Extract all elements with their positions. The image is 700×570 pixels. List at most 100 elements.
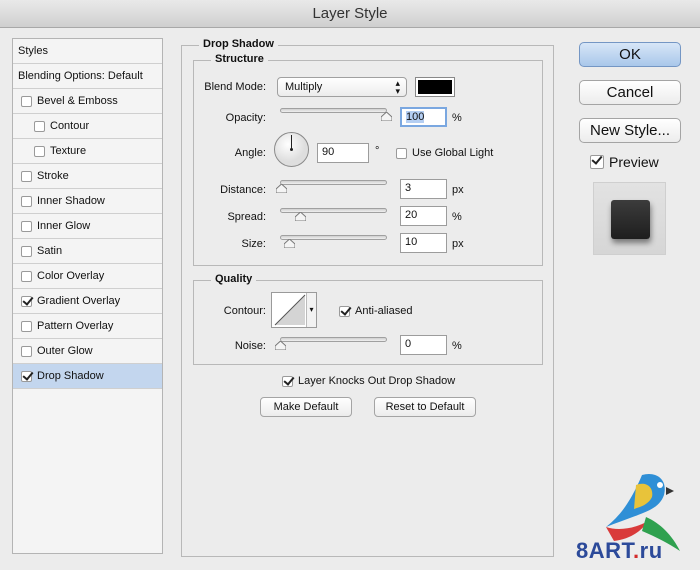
distance-input[interactable]: 3: [400, 179, 447, 199]
style-item-checkbox[interactable]: [21, 345, 32, 357]
contour-preview-icon: [274, 294, 306, 326]
style-item-checkbox[interactable]: [21, 320, 32, 332]
anti-aliased-checkbox[interactable]: Anti-aliased: [339, 305, 412, 317]
cancel-button[interactable]: Cancel: [579, 80, 681, 105]
spread-slider-thumb[interactable]: [295, 212, 306, 221]
style-item-drop-shadow[interactable]: Drop Shadow: [13, 364, 162, 389]
opacity-unit: %: [452, 112, 462, 124]
knocks-out-box[interactable]: [282, 375, 293, 387]
make-default-button[interactable]: Make Default: [260, 397, 352, 417]
size-label: Size:: [241, 238, 266, 250]
blending-options-item[interactable]: Blending Options: Default: [13, 64, 162, 89]
ok-button[interactable]: OK: [579, 42, 681, 67]
style-item-stroke[interactable]: Stroke: [13, 164, 162, 189]
blend-mode-value: Multiply: [285, 81, 323, 93]
style-item-label: Inner Glow: [37, 220, 91, 232]
quality-group: [193, 280, 543, 365]
style-item-pattern-overlay[interactable]: Pattern Overlay: [13, 314, 162, 339]
structure-title: Structure: [211, 53, 268, 65]
shadow-color-swatch[interactable]: [415, 77, 455, 97]
angle-unit: °: [375, 145, 380, 157]
spread-input[interactable]: 20: [400, 206, 447, 226]
opacity-input[interactable]: 100: [400, 107, 447, 127]
styles-list: Styles Blending Options: Default Bevel &…: [12, 38, 163, 554]
style-item-inner-glow[interactable]: Inner Glow: [13, 214, 162, 239]
preview-label: Preview: [609, 154, 659, 170]
noise-slider[interactable]: [280, 337, 387, 342]
contour-label: Contour:: [223, 305, 266, 317]
distance-slider[interactable]: [280, 180, 387, 185]
new-style-button[interactable]: New Style...: [579, 118, 681, 143]
contour-picker[interactable]: ▾: [271, 292, 317, 328]
style-item-label: Color Overlay: [37, 270, 105, 282]
use-global-light-label: Use Global Light: [412, 147, 494, 159]
style-item-contour[interactable]: Contour: [13, 114, 162, 139]
angle-label: Angle:: [234, 147, 266, 159]
style-item-gradient-overlay[interactable]: Gradient Overlay: [13, 289, 162, 314]
style-preview: [593, 182, 666, 255]
angle-dial[interactable]: [273, 131, 310, 168]
knocks-out-checkbox[interactable]: Layer Knocks Out Drop Shadow: [282, 375, 455, 387]
opacity-slider-thumb[interactable]: [381, 112, 392, 121]
style-item-label: Outer Glow: [37, 345, 93, 357]
noise-label: Noise:: [234, 340, 266, 352]
watermark-text: 8ART.ru: [576, 538, 663, 563]
style-item-checkbox[interactable]: [21, 295, 32, 307]
style-item-label: Inner Shadow: [37, 195, 105, 207]
drop-shadow-title: Drop Shadow: [199, 38, 278, 50]
knocks-out-label: Layer Knocks Out Drop Shadow: [298, 375, 456, 387]
size-slider-thumb[interactable]: [284, 239, 295, 248]
style-item-checkbox[interactable]: [21, 245, 32, 257]
contour-dropdown-arrow-icon[interactable]: ▾: [306, 293, 316, 327]
style-item-label: Pattern Overlay: [37, 320, 114, 332]
style-item-checkbox[interactable]: [21, 370, 32, 382]
style-item-checkbox[interactable]: [21, 270, 32, 282]
anti-aliased-label: Anti-aliased: [355, 305, 413, 317]
opacity-slider[interactable]: [280, 108, 387, 113]
opacity-label: Opacity:: [225, 112, 266, 124]
use-global-light-checkbox[interactable]: Use Global Light: [396, 147, 493, 159]
style-item-bevel-emboss[interactable]: Bevel & Emboss: [13, 89, 162, 114]
style-item-checkbox[interactable]: [21, 195, 32, 207]
style-item-inner-shadow[interactable]: Inner Shadow: [13, 189, 162, 214]
distance-unit: px: [452, 184, 464, 196]
style-item-checkbox[interactable]: [21, 170, 32, 182]
style-item-color-overlay[interactable]: Color Overlay: [13, 264, 162, 289]
quality-title: Quality: [211, 273, 257, 285]
style-item-checkbox[interactable]: [34, 120, 45, 132]
preview-checkbox[interactable]: Preview: [590, 154, 659, 170]
style-item-checkbox[interactable]: [21, 220, 32, 232]
styles-header[interactable]: Styles: [13, 39, 162, 64]
style-item-satin[interactable]: Satin: [13, 239, 162, 264]
style-item-checkbox[interactable]: [34, 145, 45, 157]
style-item-label: Contour: [50, 120, 90, 132]
size-input[interactable]: 10: [400, 233, 447, 253]
noise-slider-thumb[interactable]: [275, 341, 286, 350]
spread-unit: %: [452, 211, 462, 223]
select-arrows-icon: ▴ ▾: [395, 78, 400, 96]
style-item-texture[interactable]: Texture: [13, 139, 162, 164]
distance-slider-thumb[interactable]: [276, 184, 287, 193]
style-item-checkbox[interactable]: [21, 95, 32, 107]
preview-box[interactable]: [590, 155, 604, 169]
window-title: Layer Style: [0, 0, 700, 28]
distance-label: Distance:: [220, 184, 266, 196]
reset-to-default-button[interactable]: Reset to Default: [374, 397, 476, 417]
style-item-label: Texture: [50, 145, 87, 157]
noise-input[interactable]: 0: [400, 335, 447, 355]
angle-input[interactable]: 90: [317, 143, 369, 163]
blend-mode-select[interactable]: Multiply ▴ ▾: [277, 77, 407, 97]
anti-aliased-box[interactable]: [339, 305, 350, 317]
style-item-label: Bevel & Emboss: [37, 95, 118, 107]
size-unit: px: [452, 238, 464, 250]
blend-mode-label: Blend Mode:: [204, 81, 266, 93]
size-slider[interactable]: [280, 235, 387, 240]
style-item-label: Drop Shadow: [37, 370, 104, 382]
use-global-light-box[interactable]: [396, 147, 407, 159]
style-item-label: Gradient Overlay: [37, 295, 121, 307]
style-item-label: Satin: [37, 245, 63, 257]
spread-label: Spread:: [227, 211, 266, 223]
style-item-outer-glow[interactable]: Outer Glow: [13, 339, 162, 364]
style-item-label: Stroke: [37, 170, 69, 182]
noise-unit: %: [452, 340, 462, 352]
